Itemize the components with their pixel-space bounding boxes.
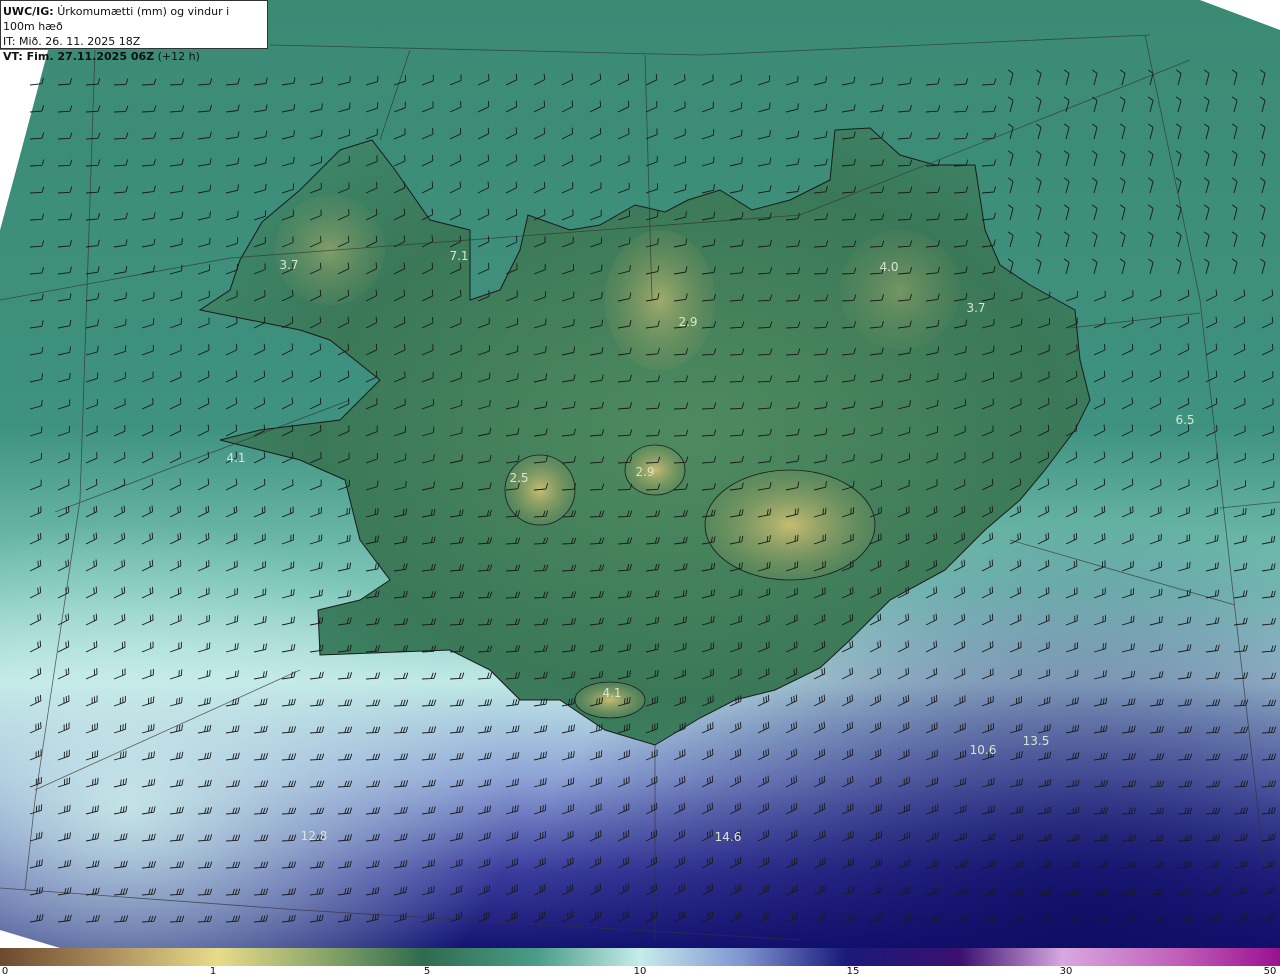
colorbar-tick-50: 50 (1263, 966, 1277, 977)
value-label-langjokull: 2.5 (509, 471, 529, 485)
value-label-south: 4.1 (602, 686, 622, 700)
glacier-hofsjokull (624, 444, 686, 496)
highland-westfjords (275, 195, 385, 305)
value-label-se-sea-1: 10.6 (969, 743, 997, 757)
colorbar-tick-15: 15 (846, 966, 860, 977)
value-label-east-sea: 6.5 (1175, 413, 1195, 427)
valid-time-line: VT: Fim. 27.11.2025 06Z (+12 h) (3, 49, 263, 64)
value-label-northeast: 4.0 (879, 260, 899, 274)
value-label-east: 3.7 (966, 301, 986, 315)
value-label-se-sea-2: 13.5 (1022, 734, 1050, 748)
init-time: IT: Mið. 26. 11. 2025 18Z (3, 35, 141, 48)
value-label-hunafloi: 7.1 (449, 249, 469, 263)
colorbar-ramp (0, 948, 1280, 966)
colorbar-tick-30: 30 (1059, 966, 1073, 977)
valid-time: VT: Fim. 27.11.2025 06Z (3, 50, 155, 63)
map-info-box: UWC/IG: Úrkomumætti (mm) og vindur i 100… (0, 0, 268, 63)
colorbar: 0 1 5 10 15 30 50 (0, 948, 1280, 978)
colorbar-tick-5: 5 (423, 966, 431, 977)
lead-time: (+12 h) (157, 50, 200, 63)
glacier-vatnajokull (704, 469, 876, 581)
value-label-snaefellsnes: 4.1 (226, 451, 246, 465)
title-line: UWC/IG: Úrkomumætti (mm) og vindur i 100… (3, 4, 263, 34)
value-label-westfjords: 3.7 (279, 258, 299, 272)
colorbar-tick-0: 0 (1, 966, 9, 977)
value-label-sw-sea: 12.8 (300, 829, 328, 843)
value-label-hofsjokull: 2.9 (635, 465, 655, 479)
colorbar-tick-10: 10 (633, 966, 647, 977)
model-label: UWC/IG: (3, 5, 54, 18)
value-label-s-sea: 14.6 (714, 830, 742, 844)
value-label-north: 2.9 (678, 315, 698, 329)
colorbar-tick-1: 1 (209, 966, 217, 977)
highland-northeast (840, 230, 960, 350)
